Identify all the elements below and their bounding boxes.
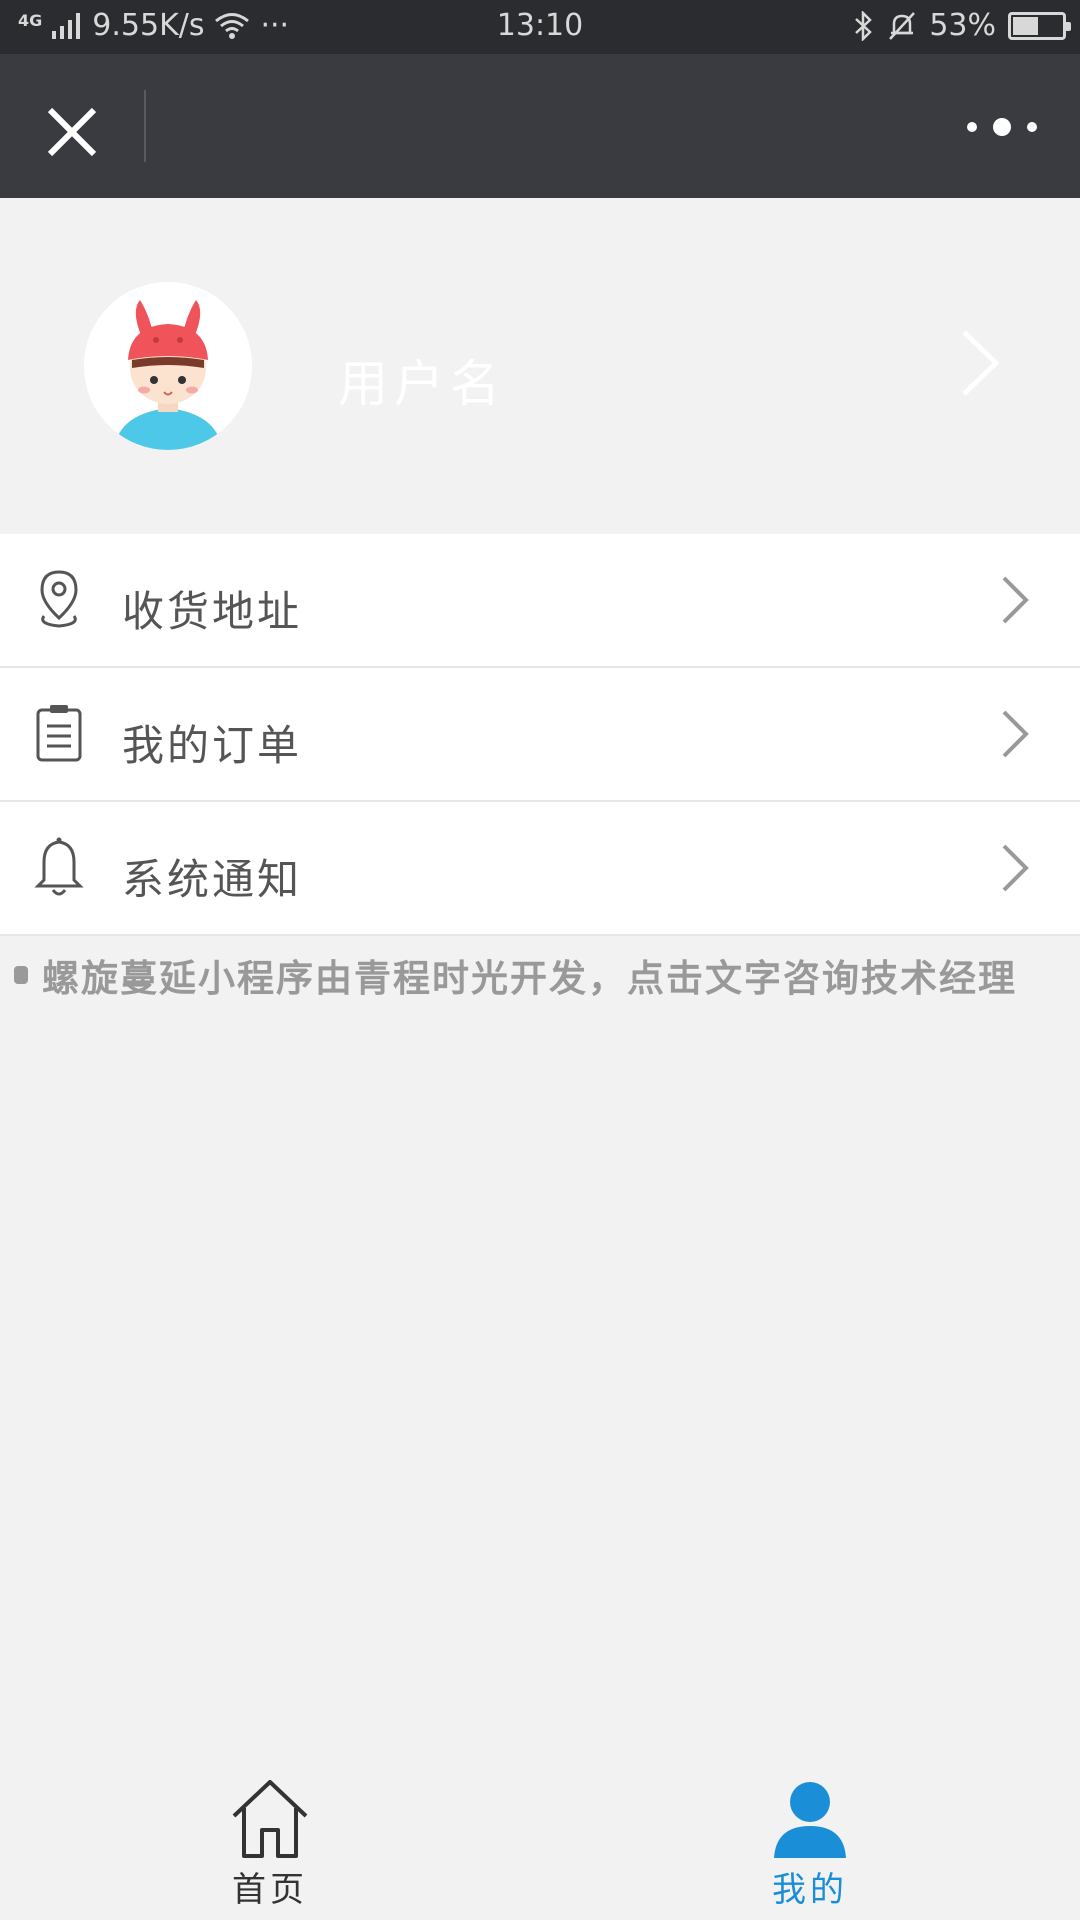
location-pin-icon xyxy=(40,570,78,628)
developer-notice[interactable]: 螺旋蔓延小程序由青程时光开发，点击文字咨询技术经理 xyxy=(0,940,1080,1010)
bluetooth-icon xyxy=(855,10,873,41)
chevron-right-icon xyxy=(1002,576,1029,624)
menu-item-label: 系统通知 xyxy=(122,855,303,904)
home-icon xyxy=(232,1780,308,1858)
profile-header[interactable]: 用户名 xyxy=(0,198,1080,534)
menu-item-label: 我的订单 xyxy=(122,721,303,770)
menu-item-orders[interactable]: 我的订单 xyxy=(0,668,1080,802)
menu-item-label: 收货地址 xyxy=(122,587,303,636)
avatar-illustration xyxy=(84,282,252,450)
menu-item-address[interactable]: 收货地址 xyxy=(0,534,1080,668)
nav-divider xyxy=(144,90,146,162)
bell-icon xyxy=(34,837,84,896)
close-icon[interactable] xyxy=(38,98,106,166)
battery-percent: 53% xyxy=(929,8,996,43)
user-icon xyxy=(774,1782,846,1858)
username[interactable]: 用户名 xyxy=(338,344,506,416)
chevron-right-icon[interactable] xyxy=(958,328,1002,398)
tab-bar: 首页 我的 xyxy=(0,1752,1080,1920)
tab-label: 首页 xyxy=(232,1870,308,1910)
more-options-icon[interactable] xyxy=(962,112,1042,142)
tab-label: 我的 xyxy=(772,1870,848,1910)
menu-list: 收货地址 我的订单 系统通知 xyxy=(0,534,1080,936)
avatar[interactable] xyxy=(84,282,252,450)
chevron-right-icon xyxy=(1002,844,1029,892)
tab-home[interactable]: 首页 xyxy=(0,1752,540,1920)
notice-bullet xyxy=(14,966,28,984)
title-bar xyxy=(0,54,1080,198)
menu-item-notifications[interactable]: 系统通知 xyxy=(0,802,1080,936)
tab-mine[interactable]: 我的 xyxy=(540,1752,1080,1920)
notice-text[interactable]: 螺旋蔓延小程序由青程时光开发，点击文字咨询技术经理 xyxy=(42,948,1017,1002)
status-bar: 4G 9.55K/s ··· 13:10 53% xyxy=(0,0,1080,54)
chevron-right-icon xyxy=(1002,710,1029,758)
silent-bell-icon xyxy=(889,11,916,40)
battery-icon xyxy=(1008,11,1071,40)
clipboard-list-icon xyxy=(36,705,82,762)
